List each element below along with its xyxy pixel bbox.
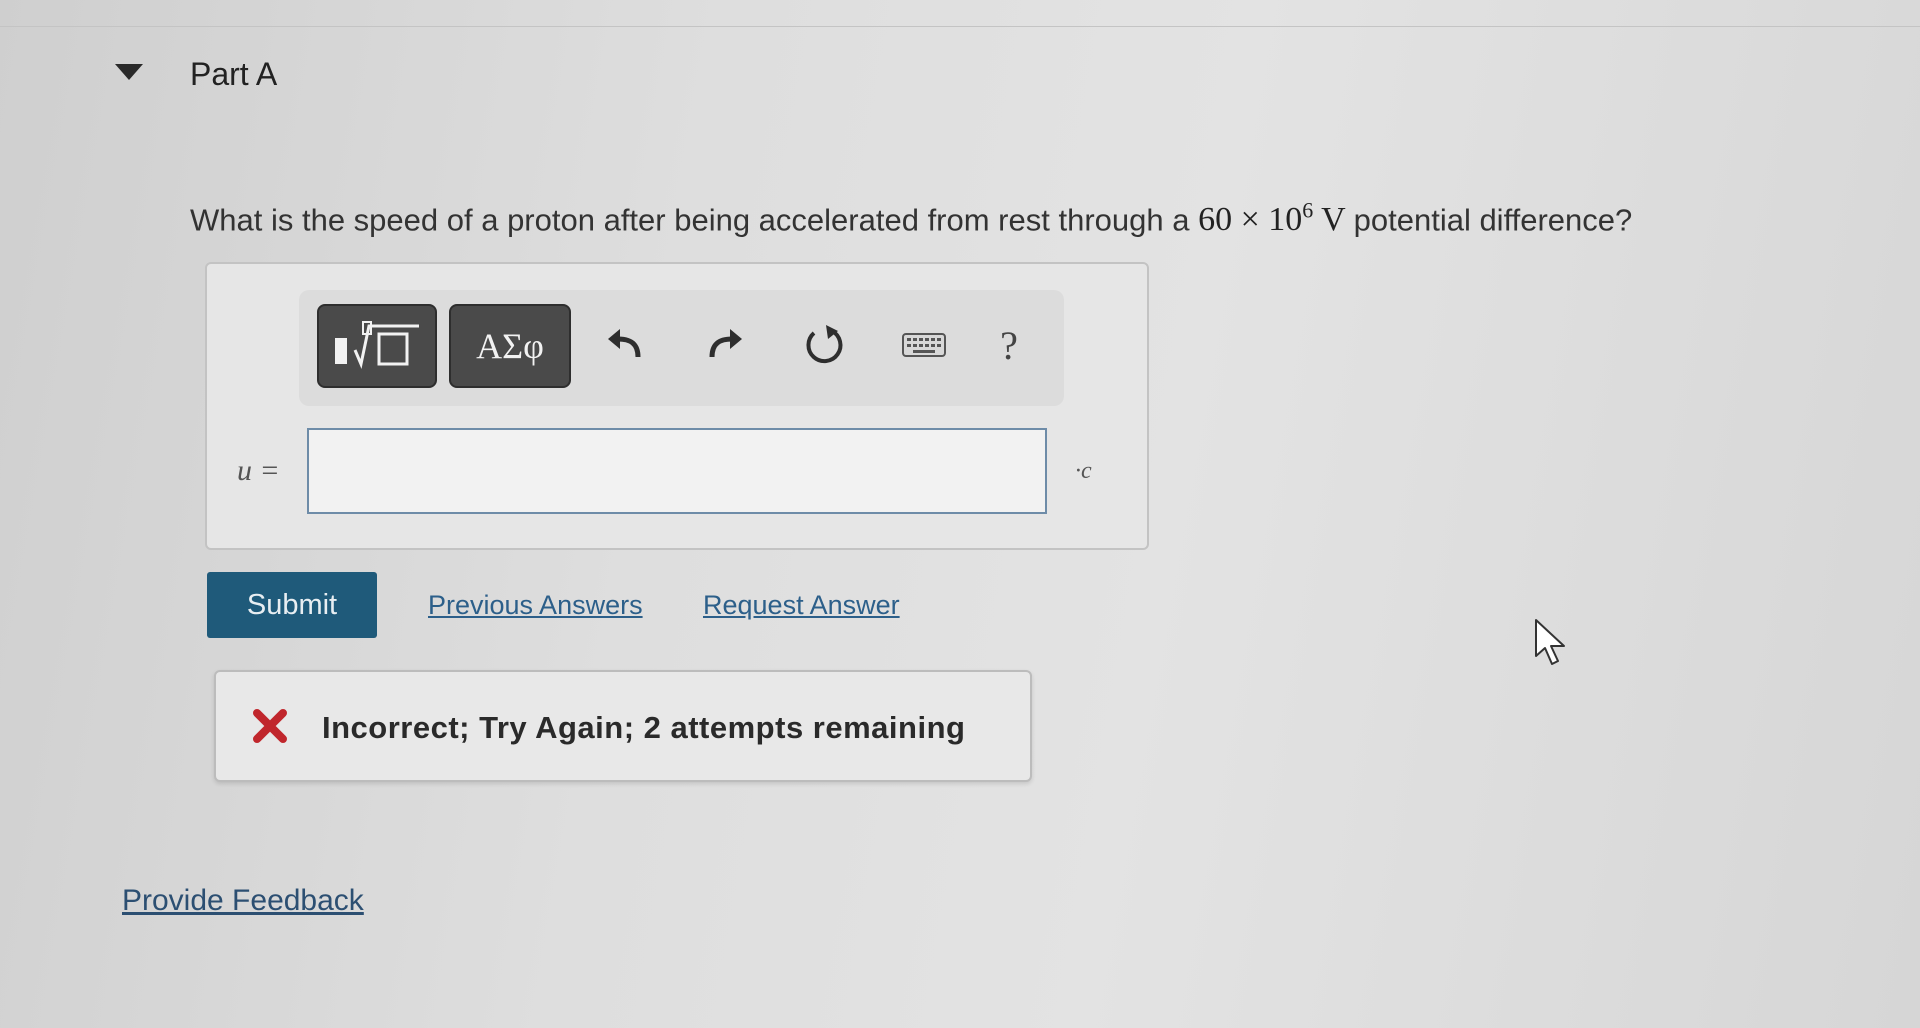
question-text: What is the speed of a proton after bein… (190, 198, 1632, 239)
collapse-triangle-icon[interactable] (115, 64, 143, 80)
question-math: 60 × 106 V (1198, 198, 1354, 239)
mouse-cursor-icon (1535, 619, 1565, 665)
answer-variable-label: u = (237, 454, 280, 487)
math-toolbar: ΑΣφ ? (299, 290, 1064, 406)
reset-icon[interactable] (799, 320, 849, 370)
request-answer-link[interactable]: Request Answer (703, 590, 900, 621)
feedback-message: Incorrect; Try Again; 2 attempts remaini… (322, 710, 966, 745)
answer-unit-label: ·c (1075, 458, 1092, 484)
question-times: × (1240, 201, 1260, 239)
top-divider (0, 0, 1920, 27)
question-exponent: 6 (1302, 198, 1314, 223)
incorrect-x-icon (253, 709, 287, 743)
question-value: 60 (1198, 201, 1233, 239)
answer-panel: ΑΣφ ? u = ·c (205, 262, 1149, 550)
question-base: 10 (1268, 201, 1303, 239)
provide-feedback-link[interactable]: Provide Feedback (122, 884, 364, 918)
help-button[interactable]: ? (984, 320, 1034, 370)
page: Part A What is the speed of a proton aft… (0, 0, 1920, 1028)
keyboard-icon[interactable] (899, 320, 949, 370)
part-title: Part A (190, 56, 278, 92)
previous-answers-link[interactable]: Previous Answers (428, 590, 643, 621)
question-prefix: What is the speed of a proton after bein… (190, 202, 1190, 238)
answer-input[interactable] (307, 428, 1047, 514)
feedback-box: Incorrect; Try Again; 2 attempts remaini… (214, 670, 1032, 782)
redo-icon[interactable] (701, 320, 751, 370)
question-suffix: potential difference? (1353, 202, 1633, 238)
greek-symbols-button[interactable]: ΑΣφ (449, 304, 571, 388)
fraction-radical-template-icon (335, 321, 419, 369)
templates-button[interactable] (317, 304, 437, 388)
question-unit: V (1321, 201, 1346, 239)
submit-button[interactable]: Submit (207, 572, 377, 638)
undo-icon[interactable] (599, 320, 649, 370)
